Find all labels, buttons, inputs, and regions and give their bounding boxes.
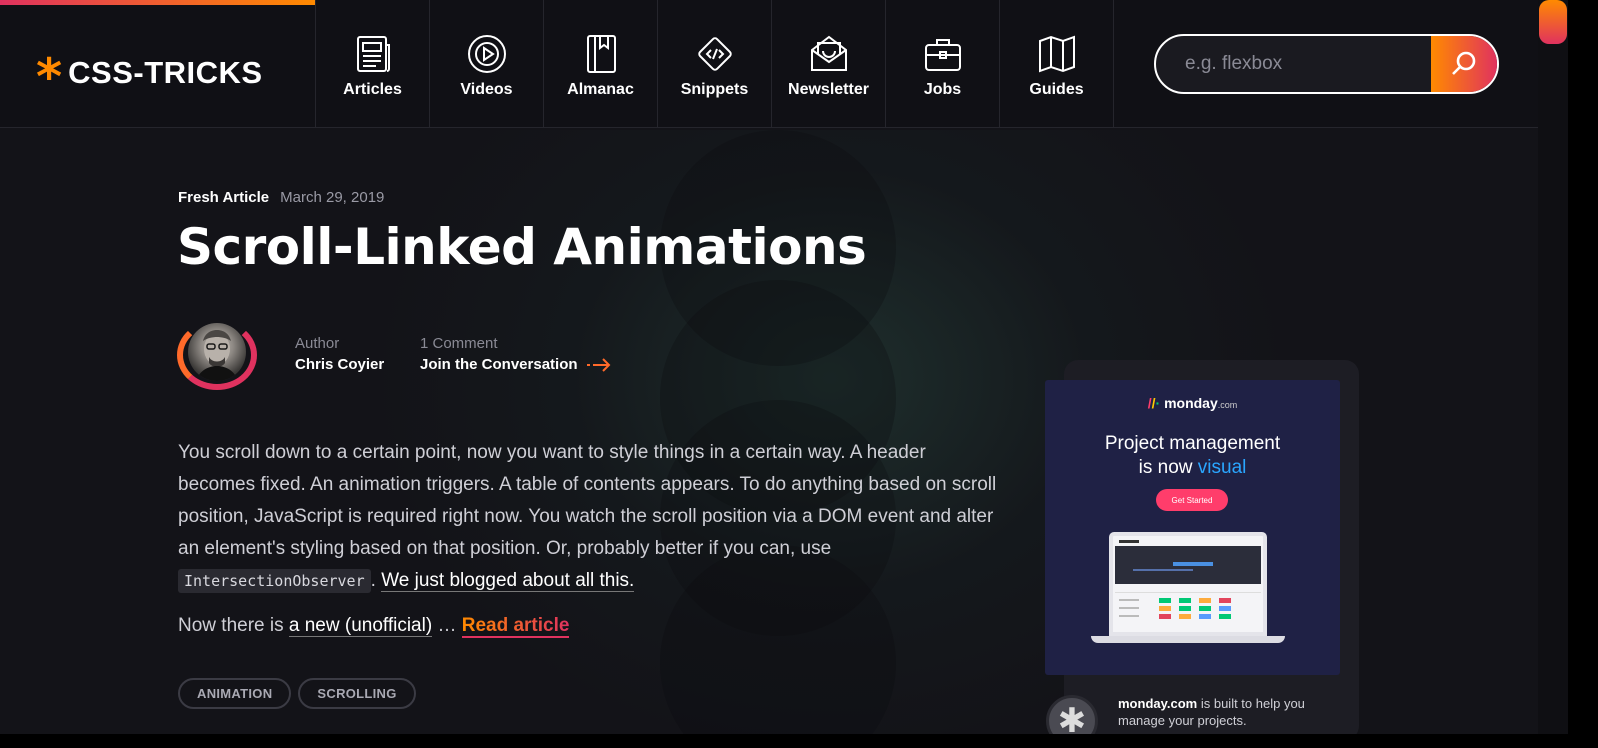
author-avatar[interactable]: [177, 320, 259, 392]
new-unofficial-link[interactable]: a new (unofficial): [288, 615, 433, 637]
avatar-portrait: [196, 330, 238, 381]
comment-count: 1 Comment: [420, 335, 498, 352]
ad-get-started-button[interactable]: Get Started: [1156, 489, 1228, 511]
author-label: Author: [295, 335, 340, 352]
article-kicker: Fresh Article March 29, 2019: [178, 189, 384, 206]
ad-brand-logo: //· monday.com: [1147, 395, 1238, 411]
ad-headline-highlight: visual: [1197, 457, 1247, 478]
mail-icon: [810, 35, 847, 71]
nav-newsletter[interactable]: Newsletter: [772, 0, 886, 128]
period: .: [370, 570, 376, 591]
scrollbar-thumb[interactable]: [1539, 0, 1567, 44]
search-box: [1154, 34, 1499, 94]
nav-jobs[interactable]: Jobs: [886, 0, 1000, 128]
site-logo[interactable]: * CSS-TRICKS: [36, 44, 263, 102]
ad-brand-suffix: .com: [1217, 400, 1238, 410]
author-meta: Author Chris Coyier: [295, 335, 384, 373]
avatar: [188, 323, 246, 381]
nav-label: Guides: [1029, 81, 1084, 98]
page: * CSS-TRICKS Articles Videos Almanac Sni…: [0, 0, 1568, 734]
author-name[interactable]: Chris Coyier: [295, 356, 384, 373]
nav-label: Jobs: [923, 81, 962, 98]
nav-guides[interactable]: Guides: [1000, 0, 1114, 128]
teaser-text: Now there is: [178, 615, 284, 636]
nav-snippets[interactable]: Snippets: [658, 0, 772, 128]
article-tags: ANIMATION SCROLLING: [178, 678, 416, 709]
join-conversation-link[interactable]: Join the Conversation: [420, 356, 612, 373]
site-header: * CSS-TRICKS Articles Videos Almanac Sni…: [0, 0, 1538, 128]
search-icon: [1452, 51, 1476, 75]
scrollbar-track[interactable]: [1538, 0, 1568, 734]
main-nav: Articles Videos Almanac Snippets Newslet…: [315, 0, 1114, 128]
briefcase-icon: [924, 39, 961, 71]
ad-laptop-screen-graphic: [1115, 540, 1261, 619]
book-icon: [586, 35, 616, 73]
logo-star-icon: *: [36, 48, 63, 106]
logo-text: CSS-TRICKS: [68, 55, 263, 90]
article-title[interactable]: Scroll-Linked Animations: [177, 218, 867, 276]
nav-videos[interactable]: Videos: [430, 0, 544, 128]
search-input[interactable]: [1156, 36, 1431, 92]
nav-label: Newsletter: [788, 81, 869, 98]
ad-banner[interactable]: //· monday.com Project management is now…: [1045, 380, 1340, 675]
ad-brand: monday: [1164, 395, 1218, 411]
map-icon: [1038, 35, 1075, 73]
article-date: March 29, 2019: [280, 189, 385, 206]
tag-animation[interactable]: ANIMATION: [178, 678, 292, 709]
ad-laptop-illustration: [1109, 532, 1267, 636]
read-article-link[interactable]: Read article: [461, 615, 570, 638]
arrow-right-icon: [586, 357, 610, 372]
ad-headline-prefix: is now: [1138, 457, 1193, 478]
code-diamond-icon: [697, 37, 732, 71]
article-teaser: Now there is a new (unofficial) … Read a…: [178, 615, 570, 638]
article-excerpt: You scroll down to a certain point, now …: [178, 437, 1008, 597]
ad-headline: Project management is now visual: [1045, 432, 1340, 480]
excerpt-text: You scroll down to a certain point, now …: [178, 442, 997, 559]
nav-label: Articles: [343, 81, 402, 98]
newspaper-icon: [356, 36, 390, 72]
nav-label: Snippets: [680, 81, 749, 98]
ad-description[interactable]: monday.com is built to help you manage y…: [1118, 695, 1333, 729]
play-circle-icon: [467, 35, 506, 73]
ad-laptop-base: [1091, 636, 1285, 643]
inline-code: IntersectionObserver: [178, 569, 371, 593]
nav-label: Almanac: [567, 81, 634, 98]
blogged-link[interactable]: We just blogged about all this.: [381, 570, 635, 592]
comments-meta: 1 Comment Join the Conversation: [420, 335, 612, 373]
progress-accent-line: [0, 0, 315, 5]
nav-articles[interactable]: Articles: [316, 0, 430, 128]
ad-desc-brand: monday.com: [1118, 696, 1198, 711]
nav-label: Videos: [460, 81, 513, 98]
ad-headline-line-1: Project management: [1104, 433, 1281, 454]
ellipsis: …: [437, 615, 457, 636]
join-conversation-label: Join the Conversation: [420, 356, 578, 373]
fresh-article-label: Fresh Article: [178, 189, 270, 206]
nav-almanac[interactable]: Almanac: [544, 0, 658, 128]
search-button[interactable]: [1431, 36, 1497, 92]
ad-headline-line-2: is now visual: [1045, 456, 1340, 480]
tag-scrolling[interactable]: SCROLLING: [298, 678, 416, 709]
